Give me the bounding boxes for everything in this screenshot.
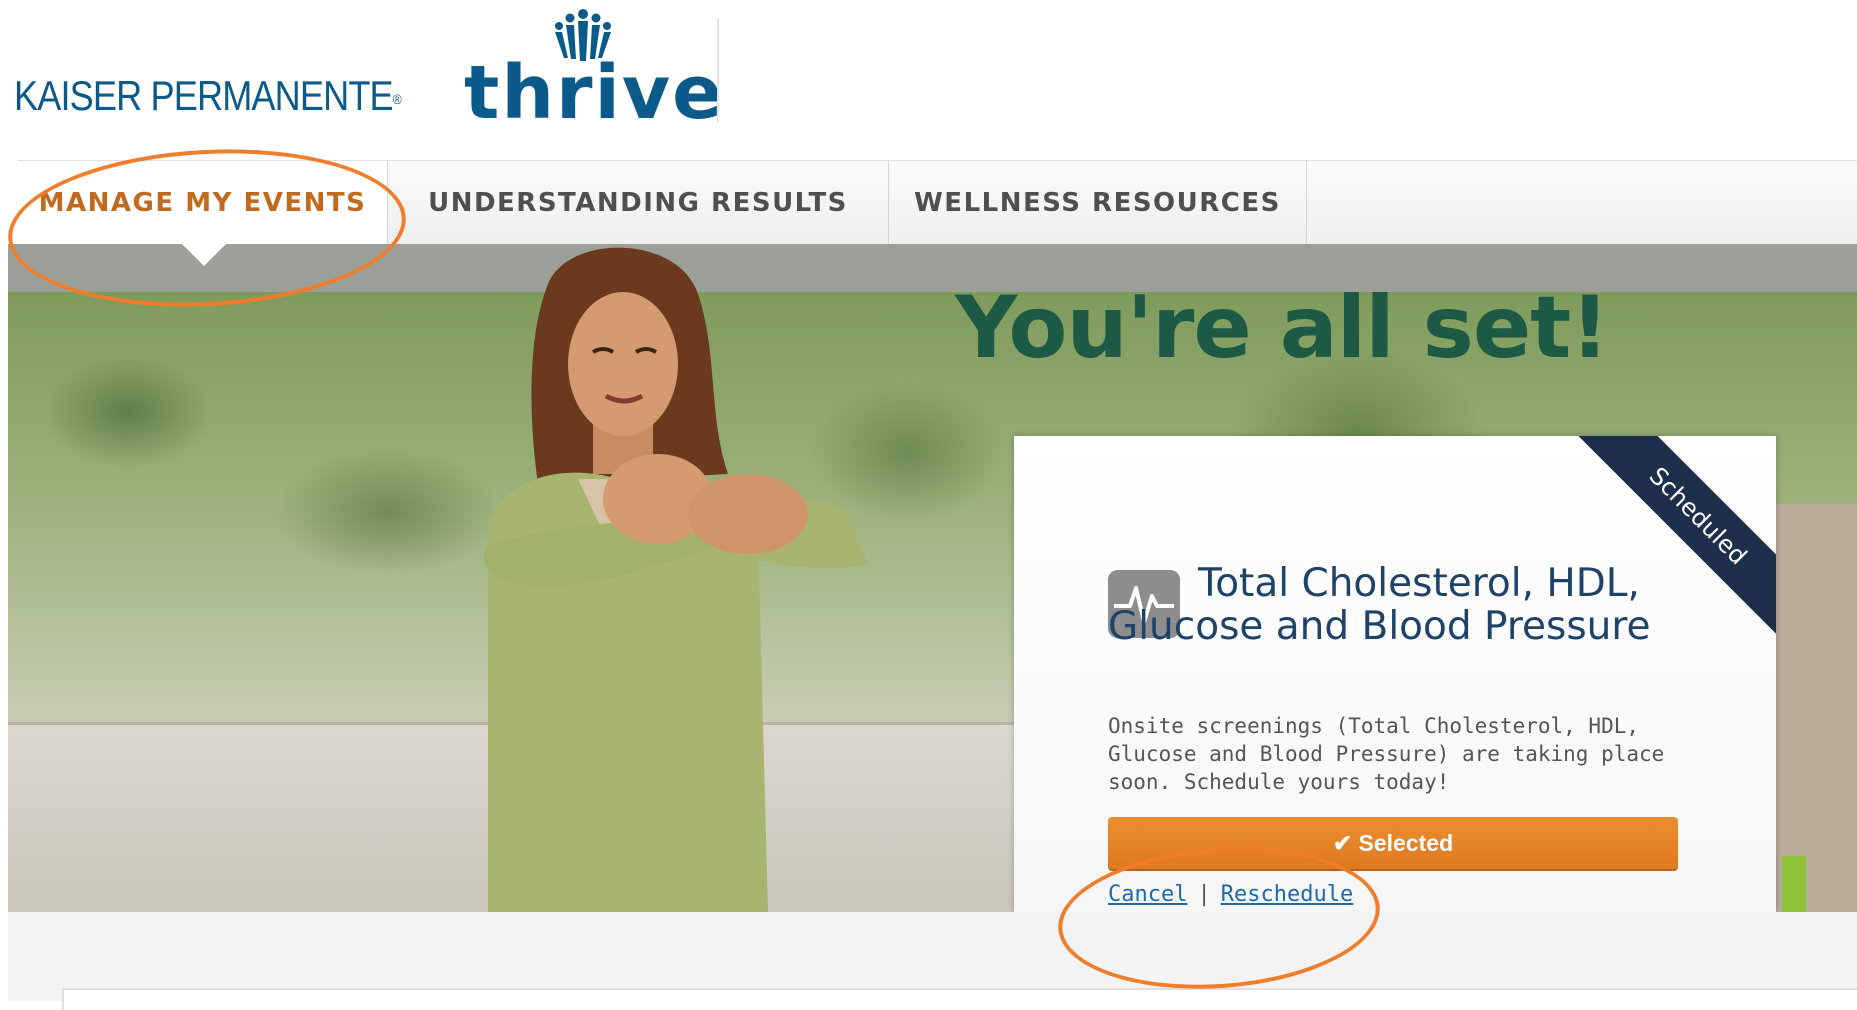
selected-button[interactable]: ✔ Selected	[1108, 817, 1678, 871]
thrive-logo: thrive	[464, 50, 725, 136]
background-green-object	[1782, 856, 1806, 912]
main-nav: MANAGE MY EVENTS UNDERSTANDING RESULTS W…	[18, 160, 1857, 245]
header-divider	[717, 18, 719, 122]
confirmation-headline: You're all set!	[955, 278, 1609, 378]
site-header: KAISER PERMANENTE® thrive	[0, 0, 1857, 160]
event-card: Scheduled Total Cholesterol, HDL, Glucos…	[1014, 436, 1776, 912]
selected-button-label: Selected	[1358, 830, 1454, 856]
event-title: Total Cholesterol, HDL, Glucose and Bloo…	[1108, 561, 1651, 649]
cancel-link[interactable]: Cancel	[1108, 882, 1187, 907]
link-separator: |	[1197, 882, 1211, 907]
content-panel	[62, 988, 1857, 1010]
reschedule-link[interactable]: Reschedule	[1221, 882, 1353, 907]
checkmark-icon: ✔	[1332, 830, 1353, 856]
tab-wellness-resources[interactable]: WELLNESS RESOURCES	[889, 161, 1307, 245]
registered-mark: ®	[392, 90, 402, 107]
kaiser-permanente-logo[interactable]: KAISER PERMANENTE®	[14, 72, 402, 120]
active-tab-pointer	[182, 244, 226, 266]
event-description: Onsite screenings (Total Cholesterol, HD…	[1108, 714, 1665, 794]
woman-stretching-photo	[483, 247, 868, 912]
event-actions: Cancel | Reschedule	[1108, 882, 1353, 907]
tab-understanding-results[interactable]: UNDERSTANDING RESULTS	[388, 161, 889, 245]
brand-name: KAISER PERMANENTE	[14, 72, 394, 119]
tab-manage-my-events[interactable]: MANAGE MY EVENTS	[18, 161, 388, 245]
